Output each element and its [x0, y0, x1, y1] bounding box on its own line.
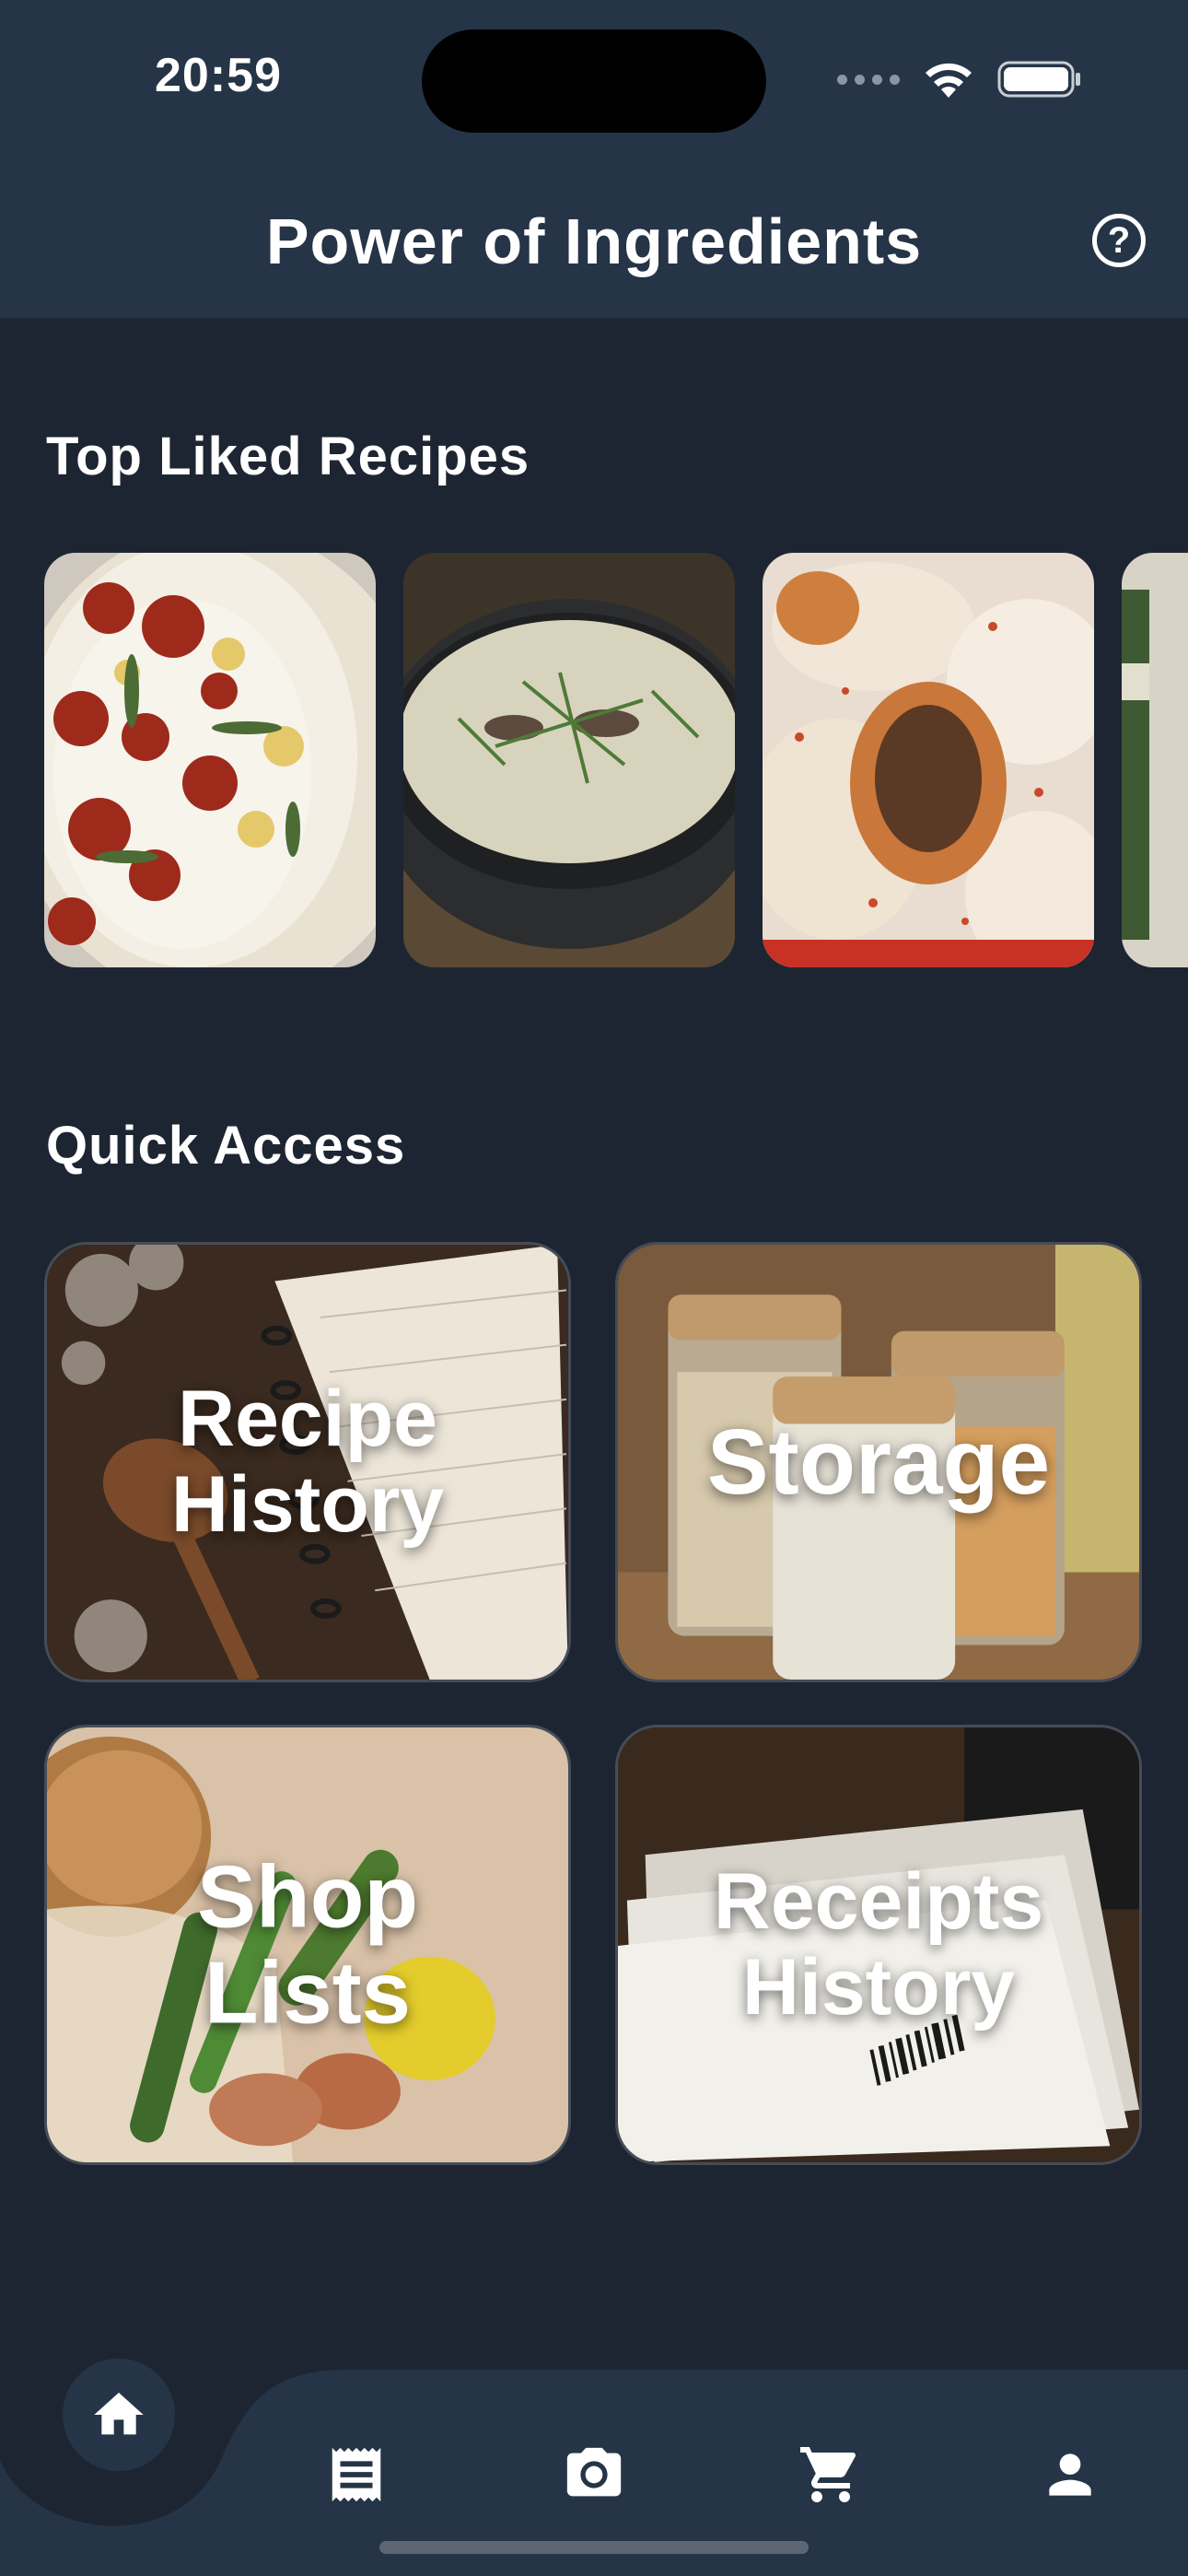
- recipe-card[interactable]: [44, 553, 376, 967]
- status-indicators: [837, 57, 1082, 101]
- dynamic-island: [422, 29, 766, 133]
- camera-icon: [566, 2447, 622, 2497]
- profile-icon: [1049, 2453, 1091, 2496]
- cart-icon: [800, 2447, 856, 2502]
- receipts-history-tile[interactable]: Receipts History: [615, 1725, 1142, 2165]
- storage-tile[interactable]: Storage: [615, 1242, 1142, 1682]
- recipe-card[interactable]: [1122, 553, 1188, 967]
- tile-label: Receipts History: [713, 1857, 1044, 2032]
- shop-lists-tile[interactable]: Shop Lists: [44, 1725, 571, 2165]
- section-title-quick-access: Quick Access: [46, 1116, 406, 1176]
- cart-button[interactable]: [794, 2438, 868, 2512]
- home-button[interactable]: [63, 2359, 175, 2471]
- camera-button[interactable]: [557, 2438, 631, 2512]
- home-indicator[interactable]: [379, 2541, 809, 2554]
- app-header: 20:59 Power of Ingredients ?: [0, 0, 1188, 318]
- recipe-carousel[interactable]: [44, 553, 1188, 969]
- battery-icon: [997, 61, 1080, 98]
- help-icon[interactable]: ?: [1092, 214, 1146, 267]
- home-icon: [94, 2393, 144, 2435]
- receipt-icon: [332, 2447, 381, 2502]
- status-time: 20:59: [155, 49, 282, 102]
- receipt-button[interactable]: [320, 2438, 393, 2512]
- signal-icon: [837, 74, 900, 85]
- recipe-history-tile[interactable]: Recipe History: [44, 1242, 571, 1682]
- page-title: Power of Ingredients: [265, 205, 923, 277]
- wifi-icon: [926, 63, 972, 98]
- home-screen: 20:59 Power of Ingredients ? Top Liked R…: [0, 0, 1188, 2576]
- tile-label: Recipe History: [170, 1375, 445, 1549]
- recipe-card[interactable]: [403, 553, 735, 967]
- tile-label: Storage: [706, 1411, 1051, 1514]
- profile-button[interactable]: [1033, 2438, 1107, 2512]
- tile-label: Shop Lists: [197, 1847, 418, 2042]
- section-title-top-liked: Top Liked Recipes: [46, 427, 530, 486]
- recipe-card[interactable]: [763, 553, 1094, 967]
